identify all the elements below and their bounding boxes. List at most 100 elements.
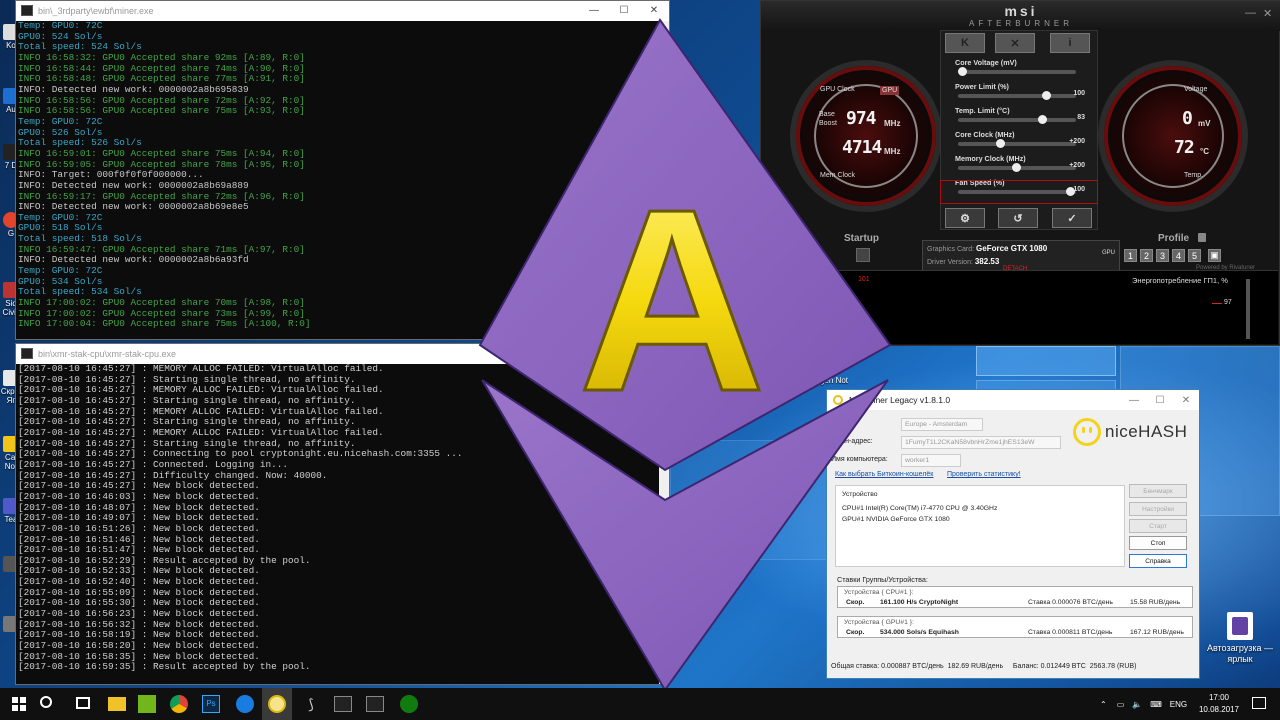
afterburner-slider[interactable]: Temp. Limit (°C) 83 bbox=[955, 106, 1095, 130]
maximize-icon[interactable]: ☐ bbox=[1147, 390, 1173, 410]
notifications-icon[interactable] bbox=[1252, 697, 1266, 709]
profile-slot[interactable]: 3 bbox=[1156, 249, 1169, 262]
nicehash-taskbar-icon bbox=[268, 695, 286, 713]
cpu-rate: Ставка 0.000076 BTC/день bbox=[1028, 599, 1113, 606]
lock-icon[interactable] bbox=[1198, 233, 1206, 242]
temp-value: 72 bbox=[1174, 137, 1195, 158]
volume-icon[interactable]: 🔈 bbox=[1132, 700, 1142, 709]
profile-slot[interactable]: 1 bbox=[1124, 249, 1137, 262]
info-button[interactable]: i bbox=[1050, 33, 1090, 53]
slider-track[interactable] bbox=[958, 118, 1076, 122]
total-rub: 182.69 bbox=[947, 663, 969, 670]
nicehash-taskbar-button[interactable] bbox=[262, 688, 292, 720]
nicehash-smile-icon bbox=[1073, 418, 1101, 446]
slider-value: +200 bbox=[1069, 138, 1085, 145]
afterburner-slider[interactable]: Core Clock (MHz) +200 bbox=[955, 130, 1095, 154]
afterburner-subtitle: AFTERBURNER bbox=[968, 19, 1073, 28]
slider-track[interactable] bbox=[958, 94, 1076, 98]
autostart-shortcut[interactable]: Автозагрузка — ярлык bbox=[1206, 612, 1274, 665]
slider-track[interactable] bbox=[958, 70, 1076, 74]
chevron-up-icon[interactable]: ⌃ bbox=[1100, 700, 1107, 709]
settings-button[interactable]: Настройки bbox=[1129, 502, 1187, 516]
twitch-icon bbox=[1227, 612, 1253, 640]
temp-label: Temp. bbox=[1184, 172, 1204, 179]
nvidia-icon[interactable] bbox=[138, 695, 156, 713]
console-taskbar-icon[interactable] bbox=[334, 696, 352, 712]
graph-current-value: 97 bbox=[1224, 299, 1232, 306]
save-icon[interactable]: ▣ bbox=[1208, 249, 1221, 262]
slider-handle[interactable] bbox=[1042, 91, 1052, 100]
voltage-temp-gauge bbox=[1098, 60, 1248, 212]
start-button[interactable]: Старт bbox=[1129, 519, 1187, 533]
graph-line bbox=[1212, 303, 1222, 304]
language-indicator[interactable]: ENG bbox=[1170, 700, 1187, 709]
slider-handle[interactable] bbox=[1037, 115, 1047, 124]
close-icon[interactable]: ✕ bbox=[1263, 7, 1272, 20]
console-icon bbox=[21, 5, 33, 16]
task-view-icon[interactable] bbox=[76, 697, 90, 709]
minimize-icon[interactable]: — bbox=[1245, 7, 1256, 19]
console-icon bbox=[21, 348, 33, 359]
location-select[interactable]: Europe - Amsterdam bbox=[901, 418, 983, 431]
profile-slot[interactable]: 2 bbox=[1140, 249, 1153, 262]
network-icon[interactable]: ▭ bbox=[1117, 700, 1125, 709]
driver-version: 382.53 bbox=[974, 257, 1000, 266]
gauge-face bbox=[1122, 84, 1224, 188]
scan-button[interactable]: ✕ bbox=[995, 33, 1035, 53]
ethernet-icon[interactable]: ⌨ bbox=[1150, 700, 1162, 709]
console-title: bin\xmr-stak-cpu\xmr-stak-cpu.exe bbox=[38, 348, 177, 359]
gpu-select-tag[interactable]: GPU bbox=[1102, 250, 1115, 256]
slider-handle[interactable] bbox=[1012, 163, 1021, 172]
chrome-icon[interactable] bbox=[170, 695, 188, 713]
fan-speed-highlight bbox=[940, 180, 1098, 204]
teamviewer-icon[interactable] bbox=[236, 695, 254, 713]
slider-label: Core Voltage (mV) bbox=[955, 58, 1017, 67]
gpu-rub: 167.12 RUB/день bbox=[1130, 629, 1184, 636]
voltage-unit: mV bbox=[1198, 119, 1211, 128]
taskbar-clock[interactable]: 17:00 10.08.2017 bbox=[1196, 692, 1242, 716]
help-button[interactable]: Справка bbox=[1129, 554, 1187, 568]
nicehash-logo-text: niceHASH bbox=[1105, 422, 1188, 441]
btc-address-input[interactable]: 1FumyT1L2CKaN58vbnHrZme1jhES13eW bbox=[901, 436, 1061, 449]
graph-title: Энергопотребление ГП1, % bbox=[1132, 276, 1228, 285]
profile-label: Profile bbox=[1158, 233, 1190, 244]
clock-date: 10.08.2017 bbox=[1198, 705, 1240, 714]
file-explorer-icon[interactable] bbox=[108, 697, 126, 711]
afterburner-taskbar-icon[interactable]: ⟆ bbox=[302, 695, 320, 713]
console-title: bin\_3rdparty\ewbf\miner.exe bbox=[38, 5, 154, 16]
windows-logo-pane bbox=[976, 346, 1116, 376]
worker-input[interactable]: worker1 bbox=[901, 454, 961, 467]
profile-slot[interactable]: 4 bbox=[1172, 249, 1185, 262]
afterburner-slider[interactable]: Power Limit (%) 100 bbox=[955, 82, 1095, 106]
clock-time: 17:00 bbox=[1208, 693, 1230, 702]
graph-scrollbar[interactable] bbox=[1246, 279, 1250, 339]
xbox-icon[interactable] bbox=[400, 695, 418, 713]
graphics-card-name: GeForce GTX 1080 bbox=[976, 244, 1048, 253]
slider-value: 100 bbox=[1073, 90, 1085, 97]
reset-button[interactable]: ↺ bbox=[998, 208, 1038, 228]
photoshop-icon[interactable]: Ps bbox=[202, 695, 220, 713]
close-icon[interactable]: ✕ bbox=[1173, 390, 1199, 410]
voltage-value: 0 bbox=[1182, 108, 1193, 129]
taskbar: Ps ⟆ ⌃ ▭ 🔈 ⌨ ENG 17:00 10.08.2017 bbox=[0, 688, 1280, 720]
stop-button[interactable]: Стоп bbox=[1129, 536, 1187, 550]
gpu-rate: Ставка 0.000811 BTC/день bbox=[1028, 629, 1113, 636]
afterburner-slider[interactable]: Core Voltage (mV) bbox=[955, 58, 1095, 82]
benchmark-button[interactable]: Бенчмарк bbox=[1129, 484, 1187, 498]
logo-letter: A bbox=[578, 156, 766, 446]
k-boost-button[interactable]: K bbox=[945, 33, 985, 53]
afterburner-slider[interactable]: Memory Clock (MHz) +200 bbox=[955, 154, 1095, 178]
profile-slot[interactable]: 5 bbox=[1188, 249, 1201, 262]
check-stats-link[interactable]: Проверить статистику! bbox=[947, 471, 1021, 478]
slider-handle[interactable] bbox=[958, 67, 967, 76]
slider-label: Temp. Limit (°C) bbox=[955, 106, 1010, 115]
minimize-icon[interactable]: — bbox=[1121, 390, 1147, 410]
console-taskbar-icon[interactable] bbox=[366, 696, 384, 712]
settings-button[interactable]: ⚙ bbox=[945, 208, 985, 228]
slider-handle[interactable] bbox=[995, 139, 1005, 148]
slider-track[interactable] bbox=[958, 142, 1076, 146]
slider-value: +200 bbox=[1069, 162, 1085, 169]
windows-start-icon[interactable] bbox=[12, 697, 26, 711]
apply-button[interactable]: ✓ bbox=[1052, 208, 1092, 228]
search-icon[interactable] bbox=[40, 696, 52, 708]
